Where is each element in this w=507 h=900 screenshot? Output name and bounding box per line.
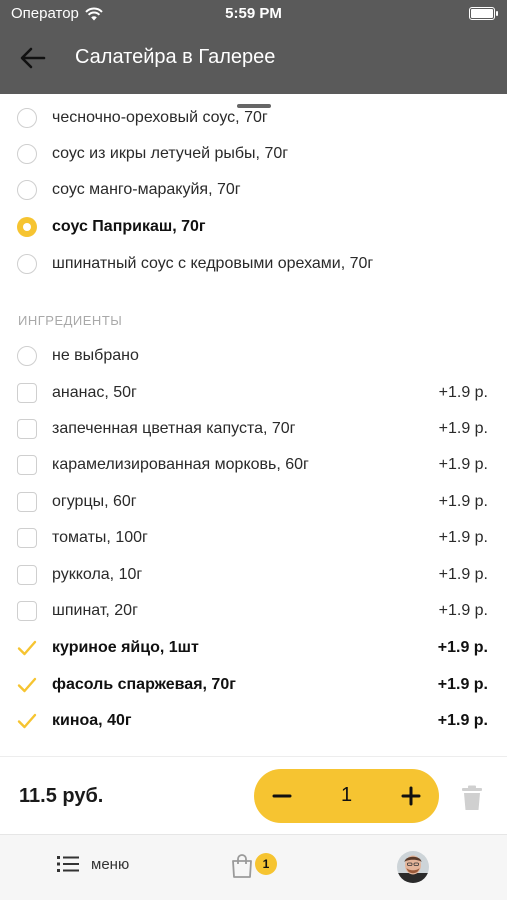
ingredient-option[interactable]: шпинат, 20г +1.9 р. (0, 593, 507, 629)
radio-button-selected[interactable] (17, 217, 37, 237)
ingredient-label: карамелизированная морковь, 60г (52, 456, 309, 473)
ingredient-label: куриное яйцо, 1шт (52, 639, 199, 656)
clock: 5:59 PM (225, 5, 282, 22)
tab-bar: меню 1 (0, 834, 507, 900)
ingredient-label: запеченная цветная капуста, 70г (52, 420, 296, 437)
radio-button[interactable] (17, 180, 37, 200)
app-header: Оператор 5:59 PM Салатейра в Галерее (0, 0, 507, 94)
ingredient-option[interactable]: огурцы, 60г +1.9 р. (0, 484, 507, 520)
sauce-label: шпинатный соус с кедровыми орехами, 70г (52, 255, 374, 272)
page-title: Салатейра в Галерее (75, 46, 276, 68)
checkbox[interactable] (17, 565, 37, 585)
order-total: 11.5 руб. (19, 785, 104, 807)
sauce-label: соус манго-маракуйя, 70г (52, 181, 241, 198)
ingredient-option-checked[interactable]: фасоль спаржевая, 70г +1.9 р. (0, 667, 507, 703)
ingredient-price: +1.9 р. (437, 639, 488, 656)
radio-button[interactable] (17, 108, 37, 128)
ingredient-option[interactable]: карамелизированная морковь, 60г +1.9 р. (0, 447, 507, 483)
sauce-label: чесночно-ореховый соус, 70г (52, 109, 268, 126)
ingredient-label: киноа, 40г (52, 712, 132, 729)
radio-button[interactable] (17, 346, 37, 366)
ingredient-label: не выбрано (52, 347, 139, 364)
increment-button[interactable] (391, 777, 431, 815)
ingredient-price: +1.9 р. (438, 529, 488, 546)
shopping-bag-icon[interactable] (230, 853, 254, 879)
ingredient-label: руккола, 10г (52, 566, 143, 583)
battery-icon (469, 7, 498, 20)
ingredient-label: томаты, 100г (52, 529, 148, 546)
ingredient-none-option[interactable]: не выбрано (0, 338, 507, 374)
order-bar: 11.5 руб. 1 (0, 756, 507, 834)
ingredient-option[interactable]: томаты, 100г +1.9 р. (0, 520, 507, 556)
ingredient-price: +1.9 р. (438, 493, 488, 510)
ingredient-label: ананас, 50г (52, 384, 137, 401)
checkmark-icon[interactable] (17, 638, 37, 658)
ingredient-price: +1.9 р. (438, 384, 488, 401)
ingredient-option-checked[interactable]: куриное яйцо, 1шт +1.9 р. (0, 630, 507, 666)
checkmark-icon[interactable] (17, 675, 37, 695)
checkbox[interactable] (17, 383, 37, 403)
radio-button[interactable] (17, 144, 37, 164)
ingredient-price: +1.9 р. (438, 420, 488, 437)
checkbox[interactable] (17, 419, 37, 439)
options-list[interactable]: чесночно-ореховый соус, 70г соус из икры… (0, 94, 507, 756)
sauce-label: соус из икры летучей рыбы, 70г (52, 145, 289, 162)
sauce-option[interactable]: чесночно-ореховый соус, 70г (0, 100, 507, 136)
plus-icon (401, 786, 421, 806)
profile-avatar[interactable] (397, 851, 429, 883)
checkbox[interactable] (17, 492, 37, 512)
ingredient-label: шпинат, 20г (52, 602, 138, 619)
quantity-stepper[interactable]: 1 (254, 769, 439, 823)
sauce-option[interactable]: соус манго-маракуйя, 70г (0, 172, 507, 208)
ingredient-price: +1.9 р. (437, 712, 488, 729)
ingredient-label: фасоль спаржевая, 70г (52, 676, 236, 693)
checkbox[interactable] (17, 455, 37, 475)
avatar-icon (397, 851, 429, 883)
cart-count-badge: 1 (255, 853, 277, 875)
back-arrow-icon[interactable] (18, 44, 48, 72)
sauce-option-selected[interactable]: соус Паприкаш, 70г (0, 209, 507, 245)
ingredient-price: +1.9 р. (438, 566, 488, 583)
ingredient-price: +1.9 р. (438, 602, 488, 619)
radio-button[interactable] (17, 254, 37, 274)
section-title-ingredients: ИНГРЕДИЕНТЫ (18, 313, 123, 328)
ingredient-label: огурцы, 60г (52, 493, 137, 510)
trash-icon[interactable] (460, 785, 484, 811)
checkbox[interactable] (17, 601, 37, 621)
sauce-option[interactable]: соус из икры летучей рыбы, 70г (0, 136, 507, 172)
sauce-option[interactable]: шпинатный соус с кедровыми орехами, 70г (0, 246, 507, 282)
ingredient-option[interactable]: ананас, 50г +1.9 р. (0, 375, 507, 411)
ingredient-price: +1.9 р. (438, 456, 488, 473)
tab-menu[interactable]: меню (57, 855, 129, 873)
ingredient-option[interactable]: запеченная цветная капуста, 70г +1.9 р. (0, 411, 507, 447)
status-bar: Оператор 5:59 PM (0, 0, 507, 28)
sauce-label: соус Паприкаш, 70г (52, 218, 206, 235)
menu-list-icon (57, 856, 79, 872)
checkbox[interactable] (17, 528, 37, 548)
ingredient-option-checked[interactable]: киноа, 40г +1.9 р. (0, 703, 507, 739)
ingredient-price: +1.9 р. (437, 676, 488, 693)
ingredient-option[interactable]: руккола, 10г +1.9 р. (0, 557, 507, 593)
checkmark-icon[interactable] (17, 711, 37, 731)
tab-menu-label: меню (91, 855, 130, 873)
